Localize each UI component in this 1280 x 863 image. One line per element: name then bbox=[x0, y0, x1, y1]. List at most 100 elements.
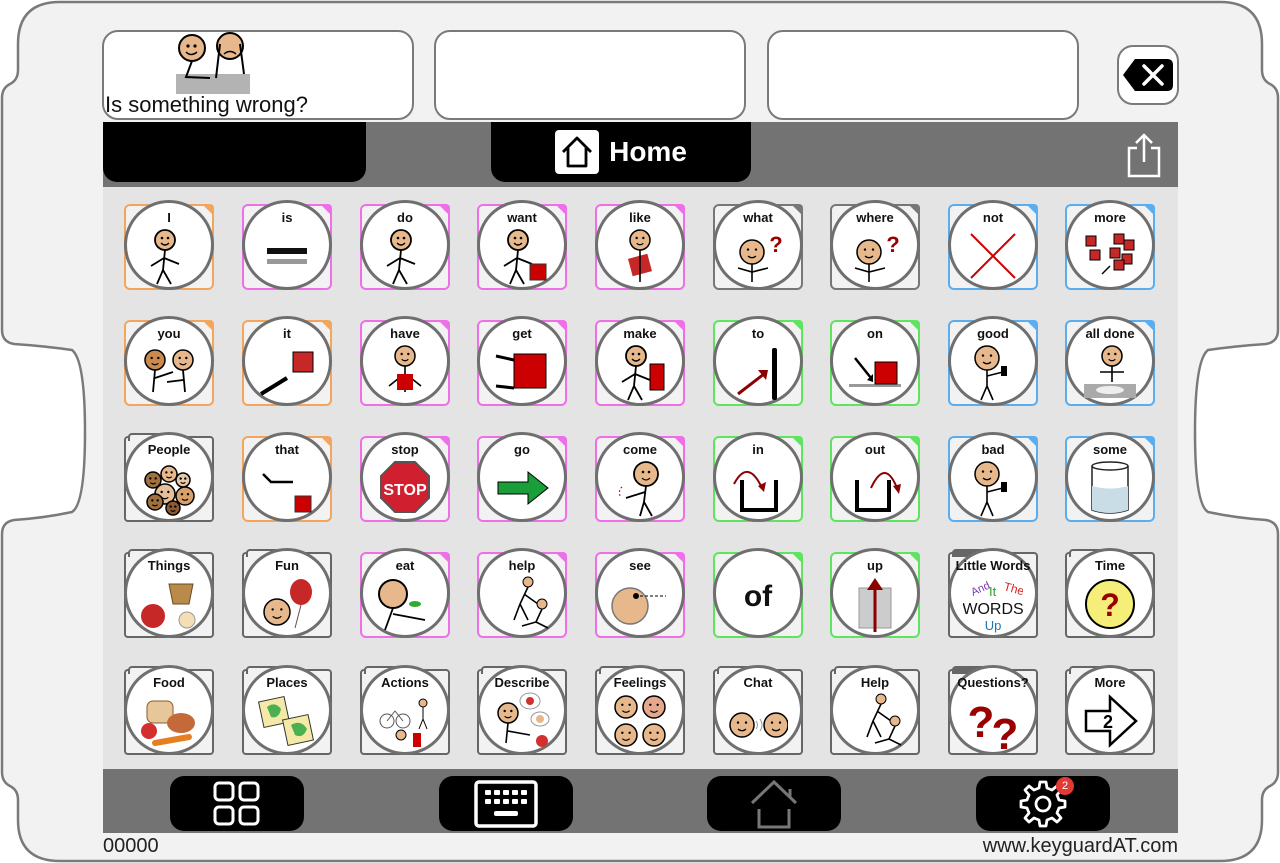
arrow-into-container-icon bbox=[733, 471, 778, 512]
symbol-button-people[interactable]: People bbox=[124, 432, 214, 522]
keyboard-button[interactable] bbox=[439, 776, 573, 831]
arrow-up-icon bbox=[858, 578, 892, 632]
counter-text: 00000 bbox=[103, 835, 159, 857]
symbol-button-you[interactable]: you bbox=[124, 316, 214, 406]
feelings-faces-icon bbox=[614, 695, 666, 747]
symbol-button-on[interactable]: on bbox=[830, 316, 920, 406]
symbol-label: get bbox=[512, 326, 532, 341]
symbol-label: come bbox=[623, 442, 657, 457]
green-arrow-icon bbox=[497, 470, 549, 506]
symbol-label: what bbox=[743, 210, 773, 225]
tab-home[interactable]: Home bbox=[491, 122, 751, 182]
symbol-button-little-words[interactable]: And It The WORDS Up Little Words bbox=[948, 548, 1038, 638]
symbol-label: stop bbox=[391, 442, 419, 457]
symbol-button-describe[interactable]: Describe bbox=[477, 665, 567, 755]
symbol-button-time[interactable]: ? Time bbox=[1065, 548, 1155, 638]
symbol-button-help[interactable]: Help bbox=[830, 665, 920, 755]
symbol-button-stop[interactable]: STOP stop bbox=[360, 432, 450, 522]
symbol-button-make[interactable]: make bbox=[595, 316, 685, 406]
symbol-button-bad[interactable]: bad bbox=[948, 432, 1038, 522]
symbol-label: Help bbox=[860, 675, 890, 690]
hands-grabbing-box-icon bbox=[495, 353, 547, 390]
settings-button[interactable]: 2 bbox=[976, 776, 1110, 831]
symbol-label: out bbox=[864, 442, 886, 457]
symbol-button-out[interactable]: out bbox=[830, 432, 920, 522]
symbol-button-have[interactable]: have bbox=[360, 316, 450, 406]
symbol-button-see[interactable]: see bbox=[595, 548, 685, 638]
symbol-label: is bbox=[281, 210, 293, 225]
things-basket-ball-icon bbox=[141, 583, 196, 629]
symbol-button-to[interactable]: to bbox=[713, 316, 803, 406]
symbol-label: you bbox=[157, 326, 181, 341]
backspace-clear-icon bbox=[1123, 59, 1173, 91]
symbol-button-it[interactable]: it bbox=[242, 316, 332, 406]
symbol-button-i[interactable]: I bbox=[124, 200, 214, 290]
describe-icon bbox=[497, 692, 550, 747]
message-slot-3[interactable] bbox=[767, 30, 1079, 120]
symbol-button-go[interactable]: go bbox=[477, 432, 567, 522]
symbol-button-where[interactable]: ? where bbox=[830, 200, 920, 290]
tab-back[interactable] bbox=[103, 122, 366, 182]
actions-icon bbox=[379, 698, 428, 747]
website-url: www.keyguardAT.com bbox=[982, 835, 1178, 857]
message-slot-1[interactable]: Is something wrong? bbox=[102, 30, 414, 120]
clear-button[interactable] bbox=[1117, 45, 1179, 105]
symbol-label: that bbox=[275, 442, 299, 457]
symbol-label: to bbox=[751, 326, 765, 341]
grid-icon bbox=[213, 781, 260, 825]
two-faces-chat-icon bbox=[729, 712, 788, 738]
symbol-button-want[interactable]: want bbox=[477, 200, 567, 290]
symbol-button-up[interactable]: up bbox=[830, 548, 920, 638]
svg-text:?: ? bbox=[769, 232, 782, 257]
home-button[interactable] bbox=[707, 776, 841, 831]
symbol-label: go bbox=[514, 442, 530, 457]
symbol-button-good[interactable]: good bbox=[948, 316, 1038, 406]
symbol-button-that[interactable]: that bbox=[242, 432, 332, 522]
thumbs-up-person-icon bbox=[974, 345, 1007, 401]
symbol-button-of[interactable]: of bbox=[713, 548, 803, 638]
symbol-button-come[interactable]: come bbox=[595, 432, 685, 522]
svg-text:?: ? bbox=[968, 698, 995, 747]
symbol-label: Chat bbox=[743, 675, 773, 690]
maps-icon bbox=[257, 695, 315, 747]
symbol-label: Describe bbox=[494, 675, 550, 690]
symbol-button-all-done[interactable]: all done bbox=[1065, 316, 1155, 406]
symbol-button-not[interactable]: not bbox=[948, 200, 1038, 290]
symbol-button-help[interactable]: help bbox=[477, 548, 567, 638]
message-text: Is something wrong? bbox=[105, 92, 308, 117]
svg-text:It: It bbox=[989, 584, 997, 599]
symbol-label: in bbox=[752, 442, 764, 457]
tab-bar: Home bbox=[103, 122, 1178, 187]
symbol-button-more[interactable]: more bbox=[1065, 200, 1155, 290]
food-icon bbox=[141, 700, 195, 746]
arrow-on-box-icon bbox=[849, 357, 901, 387]
symbol-button-questions[interactable]: ?? Questions? bbox=[948, 665, 1038, 755]
symbol-label: Little Words bbox=[955, 558, 1031, 573]
symbol-button-things[interactable]: Things bbox=[124, 548, 214, 638]
help-hands-icon bbox=[866, 693, 902, 746]
symbol-button-get[interactable]: get bbox=[477, 316, 567, 406]
symbol-button-actions[interactable]: Actions bbox=[360, 665, 450, 755]
symbol-button-what[interactable]: ? what bbox=[713, 200, 803, 290]
symbol-button-like[interactable]: like bbox=[595, 200, 685, 290]
symbol-button-places[interactable]: Places bbox=[242, 665, 332, 755]
symbol-button-is[interactable]: is bbox=[242, 200, 332, 290]
symbol-button-fun[interactable]: Fun bbox=[242, 548, 332, 638]
symbol-button-feelings[interactable]: Feelings bbox=[595, 665, 685, 755]
clock-question-icon: ? bbox=[1085, 579, 1135, 629]
person-hammering-icon bbox=[621, 345, 665, 401]
symbol-button-food[interactable]: Food bbox=[124, 665, 214, 755]
svg-text:?: ? bbox=[886, 232, 899, 257]
symbol-button-do[interactable]: do bbox=[360, 200, 450, 290]
grid-view-button[interactable] bbox=[170, 776, 304, 831]
svg-text:Up: Up bbox=[985, 618, 1002, 633]
symbol-button-some[interactable]: some bbox=[1065, 432, 1155, 522]
symbol-button-in[interactable]: in bbox=[713, 432, 803, 522]
symbol-button-eat[interactable]: eat bbox=[360, 548, 450, 638]
symbol-button-chat[interactable]: Chat bbox=[713, 665, 803, 755]
two-people-comfort-icon bbox=[176, 32, 250, 94]
symbol-button-more[interactable]: 2 More bbox=[1065, 665, 1155, 755]
share-icon[interactable] bbox=[1124, 132, 1164, 178]
message-slot-2[interactable] bbox=[434, 30, 746, 120]
symbol-label: have bbox=[390, 326, 420, 341]
